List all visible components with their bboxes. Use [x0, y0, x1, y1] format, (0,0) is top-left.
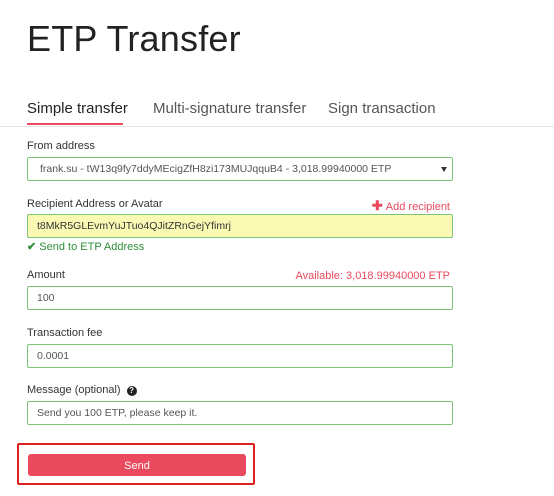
amount-label: Amount: [27, 269, 65, 281]
active-tab-indicator: [27, 123, 123, 125]
message-value: Send you 100 ETP, please keep it.: [37, 407, 198, 419]
add-recipient-button[interactable]: ✚ Add recipient: [372, 198, 450, 214]
recipient-label: Recipient Address or Avatar: [27, 198, 163, 210]
message-label-text: Message (optional): [27, 384, 121, 396]
available-balance: Available: 3,018.99940000 ETP: [295, 270, 450, 282]
message-label: Message (optional)?: [27, 384, 137, 396]
tab-bar: Simple transfer Multi-signature transfer…: [0, 96, 554, 127]
amount-input[interactable]: 100: [27, 286, 453, 310]
help-icon[interactable]: ?: [126, 386, 137, 396]
fee-value: 0.0001: [37, 350, 70, 362]
send-to-status: ✔ Send to ETP Address: [27, 240, 144, 253]
fee-label: Transaction fee: [27, 327, 103, 339]
from-address-value: frank.su - tW13q9fy7ddyMEcigZfH8zi173MUJ…: [40, 163, 392, 175]
amount-value: 100: [37, 292, 55, 304]
recipient-input[interactable]: t8MkR5GLEvmYuJTuo4QJitZRnGejYfimrj: [27, 214, 453, 238]
message-input[interactable]: Send you 100 ETP, please keep it.: [27, 401, 453, 425]
from-address-label: From address: [27, 140, 95, 152]
check-icon: ✔: [27, 241, 37, 253]
fee-input[interactable]: 0.0001: [27, 344, 453, 368]
send-button[interactable]: Send: [28, 454, 246, 476]
page-title: ETP Transfer: [27, 18, 241, 59]
tab-multi-signature-transfer[interactable]: Multi-signature transfer: [153, 100, 306, 117]
tab-simple-transfer[interactable]: Simple transfer: [27, 100, 128, 117]
chevron-down-icon: [441, 167, 447, 172]
recipient-value: t8MkR5GLEvmYuJTuo4QJitZRnGejYfimrj: [37, 220, 231, 232]
tab-sign-transaction[interactable]: Sign transaction: [328, 100, 436, 117]
plus-icon: ✚: [371, 198, 383, 213]
send-to-status-text: Send to ETP Address: [39, 241, 145, 253]
add-recipient-label: Add recipient: [385, 201, 450, 213]
from-address-select[interactable]: frank.su - tW13q9fy7ddyMEcigZfH8zi173MUJ…: [27, 157, 453, 181]
